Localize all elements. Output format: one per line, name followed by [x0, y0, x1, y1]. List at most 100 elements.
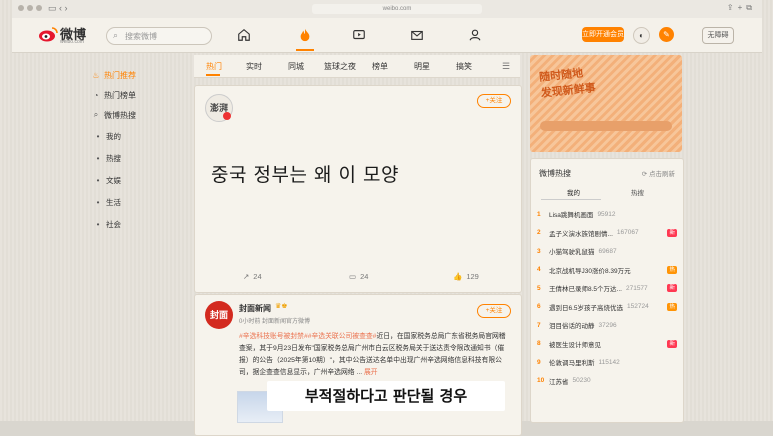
- video-nav-button[interactable]: [348, 26, 370, 44]
- tab-local[interactable]: 同城: [288, 61, 304, 72]
- hot-search-item[interactable]: 5 王倩林已录师8.5个万达... 271577 新: [537, 279, 677, 298]
- hot-search-title: 被医生设计师意见: [549, 341, 601, 349]
- banner-text: 随时随地 发现新鲜事: [538, 64, 597, 102]
- hot-search-item[interactable]: 10 江苏省 50230: [537, 372, 677, 391]
- search-icon: ⌕: [113, 30, 119, 40]
- hot-search-item[interactable]: 4 北京战机导J30涨价8.39万元 热: [537, 261, 677, 280]
- browser-actions-icon[interactable]: ⇪+⧉: [727, 3, 756, 13]
- hashtag-link[interactable]: #辛选关联公司被查查#: [308, 333, 377, 340]
- sidebar-item-label: 微博热搜: [104, 110, 136, 120]
- repost-button[interactable]: ↗ 24: [243, 272, 262, 281]
- sidebar-item-label: 热门榜单: [104, 90, 136, 100]
- hot-search-title: Lisa跳舞机画面: [549, 212, 594, 220]
- expand-link[interactable]: 展开: [364, 369, 378, 376]
- like-button[interactable]: 👍 129: [453, 272, 479, 281]
- sidebar-subitem-label: 社会: [106, 219, 121, 229]
- post-card: 封面 封面新闻 ♛♚ 0小时前 封面新闻官方微博 +关注 #辛选科技账号被封禁#…: [194, 294, 522, 436]
- hot-search-item[interactable]: 1 Lisa跳舞机画面 95912: [537, 205, 677, 224]
- author-name[interactable]: 封面新闻: [239, 303, 271, 314]
- sidebar-item-ranking[interactable]: ◔ 热门榜单: [90, 85, 182, 105]
- sidebar-subitem[interactable]: • 生活: [90, 191, 182, 213]
- crown-icon: ♛♚: [275, 303, 288, 310]
- panel-title: 微博热搜: [539, 169, 571, 178]
- hot-search-item[interactable]: 8 被医生设计师意见 新: [537, 335, 677, 354]
- sidebar-subitem[interactable]: • 社会: [90, 213, 182, 235]
- home-nav-button[interactable]: [233, 26, 255, 44]
- video-subtitle: 부적절하다고 판단될 경우: [267, 381, 505, 411]
- theme-toggle-button[interactable]: ◐: [633, 27, 650, 44]
- tab-hot[interactable]: 热门: [206, 61, 222, 72]
- hot-search-item[interactable]: 3 小猫驾驶乳鼠猫 69687: [537, 242, 677, 261]
- hot-search-item[interactable]: 6 遇到日6.5岁孩子高烧优选 152724 热: [537, 298, 677, 317]
- search-input[interactable]: ⌕ 搜索微博: [106, 27, 212, 45]
- hashtag-link[interactable]: #辛选科技账号被封禁#: [239, 333, 308, 340]
- user-icon: [469, 29, 481, 41]
- tab-stars[interactable]: 明星: [414, 61, 430, 72]
- tab-basketball[interactable]: 篮球之夜: [324, 61, 356, 72]
- messages-nav-button[interactable]: [406, 26, 428, 44]
- bullet-icon: •: [96, 197, 100, 207]
- avatar[interactable]: 封面: [205, 301, 233, 329]
- sidebar-subitem[interactable]: • 热搜: [90, 147, 182, 169]
- hot-search-title: 小猫驾驶乳鼠猫: [549, 249, 595, 257]
- rank-number: 3: [537, 247, 541, 255]
- vip-button[interactable]: 立即开通会员: [582, 27, 624, 42]
- browser-chrome: ▭ ‹ › weibo.com ⇪+⧉: [12, 0, 762, 19]
- hot-tag-badge: 新: [667, 284, 677, 293]
- hot-search-item[interactable]: 2 孟子义演水族馆剧情... 167067 新: [537, 224, 677, 243]
- sidebar-subitem[interactable]: • 文娱: [90, 169, 182, 191]
- sidebar-item-hot-search[interactable]: ⌕ 微博热搜: [90, 105, 182, 125]
- logo-subtext: weibo.com: [60, 39, 84, 45]
- follow-button[interactable]: +关注: [477, 94, 511, 108]
- tab-funny[interactable]: 搞笑: [456, 61, 472, 72]
- rank-number: 2: [537, 229, 541, 237]
- maximize-window-icon[interactable]: [36, 5, 42, 11]
- search-placeholder: 搜索微博: [125, 32, 157, 41]
- hot-search-item[interactable]: 9 伦敦调马里利斯 115142: [537, 353, 677, 372]
- weibo-logo-icon[interactable]: [38, 26, 58, 42]
- minimize-window-icon[interactable]: [27, 5, 33, 11]
- address-bar[interactable]: weibo.com: [312, 4, 482, 14]
- left-sidebar: ♨ 热门推荐 ◔ 热门榜单 ⌕ 微博热搜 • 我的 • 热搜 • 文娱 • 生活 • 社会: [90, 65, 182, 235]
- profile-nav-button[interactable]: [464, 26, 486, 44]
- compose-icon: ✎: [663, 30, 670, 39]
- post-body: #辛选科技账号被封禁##辛选关联公司被查查#近日，在国家税务总局广东省税务局官网…: [239, 331, 511, 379]
- window-controls[interactable]: [18, 5, 42, 11]
- hot-tag-badge: 热: [667, 302, 677, 311]
- rank-number: 10: [537, 377, 545, 385]
- sidebar-subitem-label: 我的: [106, 131, 121, 141]
- feed-tabs: 热门 实时 同城 篮球之夜 榜单 明星 搞笑: [194, 55, 520, 78]
- rank-number: 9: [537, 358, 541, 366]
- rank-number: 8: [537, 340, 541, 348]
- menu-icon[interactable]: ☰: [502, 61, 510, 72]
- hot-search-title: 王倩林已录师8.5个万达...: [549, 286, 622, 294]
- sidebar-subitem[interactable]: • 我的: [90, 125, 182, 147]
- post-card: 澎湃 +关注 중국 정부는 왜 이 모양 ↗ 24 ▭ 24 👍 129: [194, 85, 522, 293]
- hot-search-count: 95912: [597, 210, 616, 218]
- promo-banner[interactable]: 随时随地 发现新鲜事: [530, 55, 682, 152]
- hot-search-title: 遇到日6.5岁孩子高烧优选: [549, 304, 624, 312]
- hot-nav-button[interactable]: [294, 26, 316, 44]
- post-actions: ↗ 24 ▭ 24 👍 129: [195, 272, 521, 286]
- follow-button[interactable]: +关注: [477, 304, 511, 318]
- accessibility-button[interactable]: 无障碍: [702, 27, 734, 44]
- refresh-button[interactable]: ⟳ 点击刷新: [642, 168, 675, 178]
- sidebar-item-hot[interactable]: ♨ 热门推荐: [90, 65, 182, 85]
- rank-number: 6: [537, 303, 541, 311]
- hot-search-list: 1 Lisa跳舞机画面 95912 2 孟子义演水族馆剧情... 167067 新 3 小猫驾驶…: [537, 205, 677, 390]
- close-window-icon[interactable]: [18, 5, 24, 11]
- mail-icon: [411, 30, 423, 40]
- tab-ranking[interactable]: 榜单: [372, 61, 388, 72]
- post-button[interactable]: ✎: [659, 27, 674, 42]
- tab-realtime[interactable]: 实时: [246, 61, 262, 72]
- bullet-icon: •: [96, 131, 100, 141]
- hot-search-title: 伦敦调马里利斯: [549, 360, 595, 368]
- comment-button[interactable]: ▭ 24: [349, 272, 368, 281]
- bullet-icon: •: [96, 175, 100, 185]
- tab-mine[interactable]: 我的: [567, 187, 580, 197]
- tab-hot-search[interactable]: 热搜: [631, 187, 644, 197]
- browser-nav-icons[interactable]: ▭ ‹ ›: [48, 3, 68, 14]
- post-text: 중국 정부는 왜 이 모양: [211, 164, 399, 186]
- hot-search-item[interactable]: 7 泪目俗话的动静 37296: [537, 316, 677, 335]
- like-count: 129: [466, 272, 479, 281]
